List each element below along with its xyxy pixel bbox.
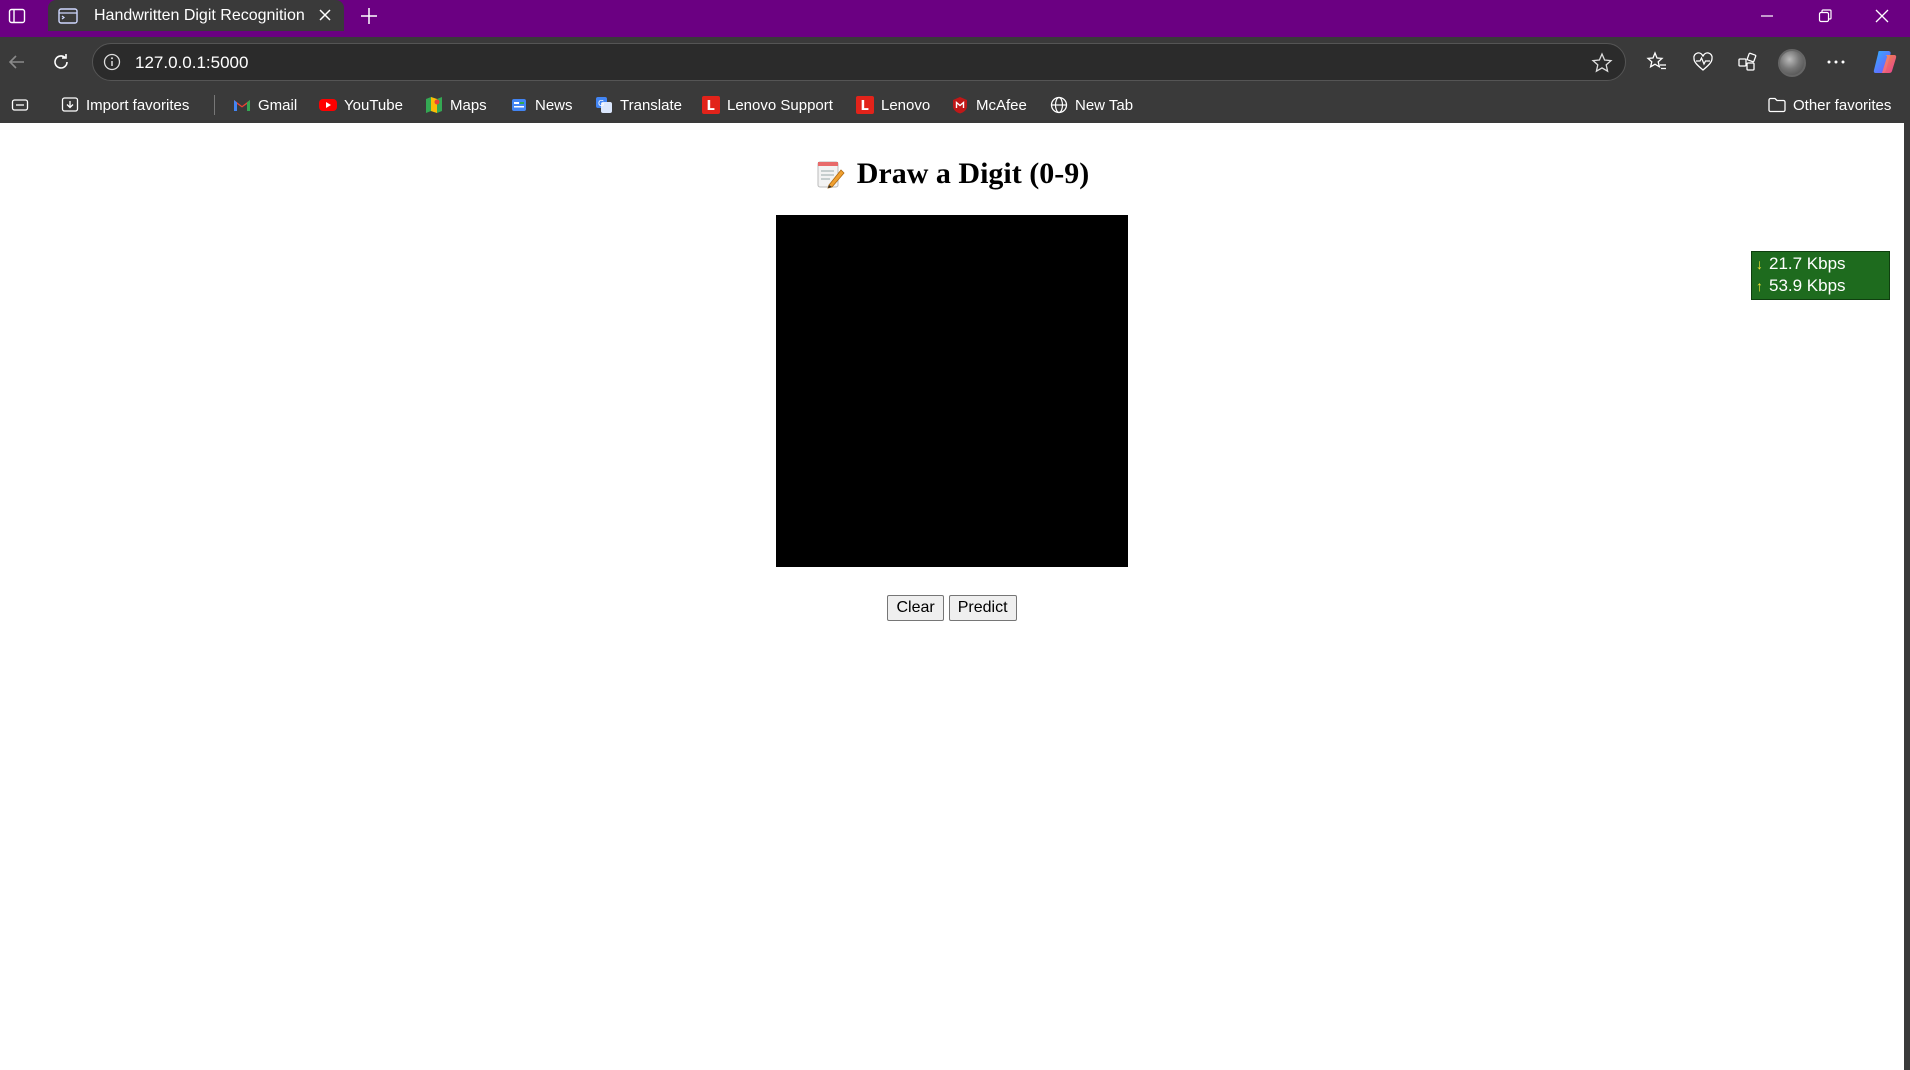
favorite-label: News bbox=[535, 96, 573, 114]
favorite-label: McAfee bbox=[976, 96, 1027, 114]
translate-icon: G bbox=[595, 96, 613, 114]
tab-actions-icon[interactable] bbox=[6, 5, 28, 27]
browser-titlebar: Handwritten Digit Recognition bbox=[0, 0, 1910, 37]
clear-button[interactable]: Clear bbox=[887, 595, 944, 621]
more-options-icon[interactable] bbox=[1823, 49, 1849, 75]
copilot-icon[interactable] bbox=[1871, 48, 1899, 76]
page-viewport: Draw a Digit (0-9) Clear Predict bbox=[0, 123, 1910, 1070]
browser-essentials-icon[interactable] bbox=[1690, 49, 1716, 75]
predict-button[interactable]: Predict bbox=[948, 595, 1017, 621]
lenovo-icon: L bbox=[702, 96, 720, 114]
download-speed-value: 21.7 Kbps bbox=[1769, 254, 1846, 273]
browser-tab[interactable]: Handwritten Digit Recognition bbox=[48, 0, 344, 31]
address-bar[interactable]: 127.0.0.1:5000 bbox=[92, 43, 1626, 81]
favorites-icon[interactable] bbox=[1644, 49, 1670, 75]
favorite-new-tab[interactable]: New Tab bbox=[1050, 94, 1133, 116]
favorite-gmail[interactable]: Gmail bbox=[233, 94, 297, 116]
svg-text:G: G bbox=[598, 99, 604, 108]
favorite-label: Lenovo bbox=[881, 96, 931, 114]
favorite-translate[interactable]: G Translate bbox=[595, 94, 682, 116]
upload-arrow-icon: ↑ bbox=[1756, 278, 1763, 294]
favorite-lenovo[interactable]: L Lenovo bbox=[856, 94, 930, 116]
close-window-icon[interactable] bbox=[1869, 4, 1895, 28]
tab-search-icon[interactable] bbox=[11, 94, 29, 116]
lenovo-icon: L bbox=[856, 96, 874, 114]
heading-text: Draw a Digit (0-9) bbox=[856, 157, 1090, 190]
folder-icon bbox=[1768, 96, 1786, 114]
favorite-mcafee[interactable]: McAfee bbox=[951, 94, 1027, 116]
download-speed: ↓ 21.7 Kbps bbox=[1756, 253, 1885, 275]
profile-avatar[interactable] bbox=[1778, 49, 1806, 77]
page-title: Draw a Digit (0-9) bbox=[0, 157, 1904, 191]
other-favorites-label: Other favorites bbox=[1793, 96, 1892, 114]
mcafee-icon bbox=[951, 96, 969, 114]
favorite-label: Maps bbox=[450, 96, 487, 114]
close-tab-icon[interactable] bbox=[316, 6, 334, 24]
favorite-lenovo-support[interactable]: L Lenovo Support bbox=[702, 94, 833, 116]
minimize-icon[interactable] bbox=[1754, 4, 1780, 28]
favorite-label: YouTube bbox=[344, 96, 403, 114]
maps-icon bbox=[425, 96, 443, 114]
back-arrow-icon[interactable] bbox=[4, 49, 30, 75]
globe-icon bbox=[1050, 96, 1068, 114]
favorite-label: Lenovo Support bbox=[727, 96, 833, 114]
favorites-divider bbox=[214, 95, 215, 115]
import-favorites-icon bbox=[61, 96, 79, 114]
favorite-star-icon[interactable] bbox=[1591, 52, 1613, 74]
extensions-icon[interactable] bbox=[1734, 49, 1760, 75]
favorite-youtube[interactable]: YouTube bbox=[319, 94, 403, 116]
button-row: Clear Predict bbox=[0, 595, 1904, 621]
new-tab-icon[interactable] bbox=[357, 4, 381, 28]
download-arrow-icon: ↓ bbox=[1756, 256, 1763, 272]
favorite-label: New Tab bbox=[1075, 96, 1134, 114]
network-speed-widget: ↓ 21.7 Kbps ↑ 53.9 Kbps bbox=[1751, 251, 1890, 300]
gmail-icon bbox=[233, 96, 251, 114]
browser-toolbar: 127.0.0.1:5000 bbox=[0, 37, 1910, 88]
refresh-icon[interactable] bbox=[48, 49, 74, 75]
youtube-icon bbox=[319, 96, 337, 114]
favorite-label: Translate bbox=[620, 96, 682, 114]
url-text[interactable]: 127.0.0.1:5000 bbox=[135, 53, 248, 73]
window-edge bbox=[1904, 123, 1910, 1070]
news-icon bbox=[510, 96, 528, 114]
upload-speed: ↑ 53.9 Kbps bbox=[1756, 275, 1885, 297]
other-favorites[interactable]: Other favorites bbox=[1768, 94, 1891, 116]
memo-icon bbox=[817, 161, 845, 189]
svg-text:L: L bbox=[707, 99, 715, 114]
favorite-news[interactable]: News bbox=[510, 94, 573, 116]
tab-title: Handwritten Digit Recognition bbox=[94, 6, 305, 24]
site-info-icon[interactable] bbox=[103, 53, 121, 71]
svg-text:L: L bbox=[861, 99, 869, 114]
favorite-import-favorites[interactable]: Import favorites bbox=[61, 94, 189, 116]
favorite-label: Import favorites bbox=[86, 96, 190, 114]
drawing-canvas[interactable] bbox=[776, 215, 1128, 567]
tab-favicon-icon bbox=[58, 7, 78, 24]
favorite-maps[interactable]: Maps bbox=[425, 94, 487, 116]
upload-speed-value: 53.9 Kbps bbox=[1769, 276, 1846, 295]
restore-icon[interactable] bbox=[1812, 4, 1838, 28]
favorite-label: Gmail bbox=[258, 96, 298, 114]
